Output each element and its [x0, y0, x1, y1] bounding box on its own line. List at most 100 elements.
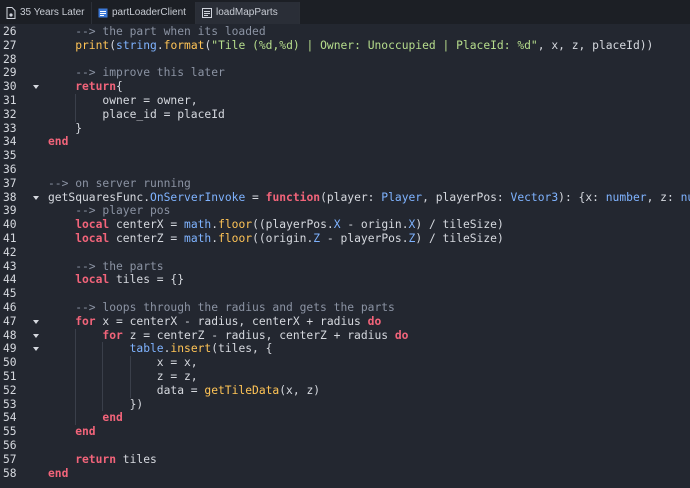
token: floor: [218, 218, 253, 232]
token: z = z,: [156, 370, 198, 383]
code-line[interactable]: 55 end: [0, 425, 690, 439]
token: string: [116, 38, 157, 52]
token: function: [265, 190, 321, 204]
tab-partloaderclient[interactable]: partLoaderClient×: [92, 2, 196, 24]
line-number: 52: [3, 383, 17, 397]
code-line[interactable]: 44 local tiles = {}: [0, 273, 690, 287]
code-line[interactable]: 42: [0, 246, 690, 260]
code-line[interactable]: 52 data = getTileData(x, z): [0, 383, 690, 398]
fold-arrow-icon[interactable]: [31, 315, 41, 329]
token: z = centerZ - radius, centerZ + radius: [122, 328, 395, 342]
token: ): {x:: [558, 190, 606, 204]
line-number: 41: [3, 232, 17, 245]
code-line[interactable]: 26 --> the part when its loaded: [0, 25, 690, 39]
fold-arrow-icon[interactable]: [31, 329, 41, 343]
line-number: 39: [3, 204, 17, 218]
tab-loadmapparts[interactable]: loadMapParts: [196, 2, 300, 24]
code-line[interactable]: 27 print(string.format("Tile (%d,%d) | Ow…: [0, 39, 690, 53]
code-text: }: [75, 122, 82, 136]
fold-arrow-icon[interactable]: [31, 191, 41, 205]
token: {: [116, 80, 123, 94]
code-text: --> the part when its loaded: [75, 25, 265, 39]
code-line[interactable]: 54 end: [0, 411, 690, 426]
code-text: --> loops through the radius and gets th…: [75, 301, 395, 315]
code-line[interactable]: 38 getSquaresFunc.OnServerInvoke = functi…: [0, 191, 690, 205]
code-line[interactable]: 41 local centerZ = math.floor((origin.Z -…: [0, 232, 690, 246]
line-number: 35: [3, 149, 17, 163]
indent-guide: [102, 342, 104, 357]
token: Player: [381, 190, 423, 204]
code-line[interactable]: 56: [0, 439, 690, 453]
code-line[interactable]: 57 return tiles: [0, 453, 690, 467]
code-line[interactable]: 40 local centerX = math.floor((playerPos.…: [0, 218, 690, 232]
code-line[interactable]: 45: [0, 287, 690, 301]
code-line[interactable]: 34 end: [0, 135, 690, 149]
token: x = x,: [156, 356, 198, 370]
code-text: owner = owner,: [102, 94, 197, 108]
code-line[interactable]: 29 --> improve this later: [0, 66, 690, 80]
token: table: [129, 342, 164, 356]
code-line[interactable]: 43 --> the parts: [0, 260, 690, 274]
token: --> player pos: [75, 204, 171, 218]
line-number: 27: [3, 38, 17, 52]
token: --> improve this later: [75, 66, 225, 80]
code-text: return tiles: [75, 453, 157, 467]
indent-guide: [102, 383, 104, 398]
code-line[interactable]: 35: [0, 149, 690, 163]
code-line[interactable]: 37 --> on server running: [0, 177, 690, 191]
token: tiles = {}: [109, 273, 185, 287]
code-line[interactable]: 49 table.insert(tiles, {: [0, 342, 690, 357]
token: (x, z): [279, 383, 321, 397]
token: end: [48, 135, 69, 149]
code-line[interactable]: 28: [0, 53, 690, 67]
code-line[interactable]: 50 x = x,: [0, 356, 690, 370]
code-line[interactable]: 36: [0, 163, 690, 177]
indent-guide: [75, 356, 77, 370]
tab-35-years-later[interactable]: 35 Years Later: [0, 2, 92, 24]
fold-arrow-icon[interactable]: [31, 342, 41, 356]
token: - playerPos.: [320, 232, 409, 245]
token: local: [75, 232, 110, 245]
token: , x, z, placeId)): [537, 38, 654, 52]
code-line[interactable]: 32 place_id = placeId: [0, 107, 690, 122]
code-line[interactable]: 47 for x = centerX - radius, centerX + ra…: [0, 315, 690, 329]
code-line[interactable]: 30 return{: [0, 80, 690, 94]
line-number: 34: [3, 135, 17, 149]
token: number: [680, 190, 690, 204]
code-text: }): [130, 398, 144, 412]
code-text: --> on server running: [48, 177, 191, 191]
code-text: getSquaresFunc.OnServerInvoke = function…: [48, 191, 690, 205]
code-line[interactable]: 53}): [0, 397, 690, 412]
token: x = centerX - radius, centerX + radius: [95, 314, 368, 328]
code-line[interactable]: 58 end: [0, 467, 690, 481]
code-text: local centerX = math.floor((playerPos.X …: [75, 218, 504, 232]
line-number: 30: [3, 80, 17, 94]
indent-guide: [75, 370, 77, 384]
fold-arrow-icon[interactable]: [31, 80, 41, 94]
code-line[interactable]: 48 for z = centerZ - radius, centerZ + ra…: [0, 328, 690, 343]
code-text: local centerZ = math.floor((origin.Z - p…: [75, 232, 504, 246]
code-line[interactable]: 31 owner = owner,: [0, 94, 690, 108]
code-editor[interactable]: 26 --> the part when its loaded 27 print(st…: [0, 24, 690, 488]
token: for: [102, 328, 123, 342]
line-number: 54: [3, 411, 17, 425]
line-number: 53: [3, 397, 17, 411]
line-number: 31: [3, 94, 17, 107]
token: do: [394, 328, 409, 342]
line-number: 48: [3, 328, 17, 342]
code-line[interactable]: 46 --> loops through the radius and gets …: [0, 301, 690, 315]
line-number: 49: [3, 342, 17, 356]
token: format: [163, 38, 205, 52]
tab-label: partLoaderClient: [112, 7, 186, 18]
token: centerZ =: [109, 232, 185, 245]
code-line[interactable]: 51 z = z,: [0, 370, 690, 384]
code-text: return{: [75, 80, 123, 94]
code-line[interactable]: 33}: [0, 122, 690, 136]
code-line[interactable]: 39 --> player pos: [0, 204, 690, 218]
token: owner = owner,: [102, 94, 198, 107]
token: (: [109, 38, 117, 52]
token: (tiles, {: [211, 342, 273, 356]
indent-guide: [75, 94, 77, 108]
line-number: 57: [3, 452, 17, 466]
token: do: [367, 314, 382, 328]
